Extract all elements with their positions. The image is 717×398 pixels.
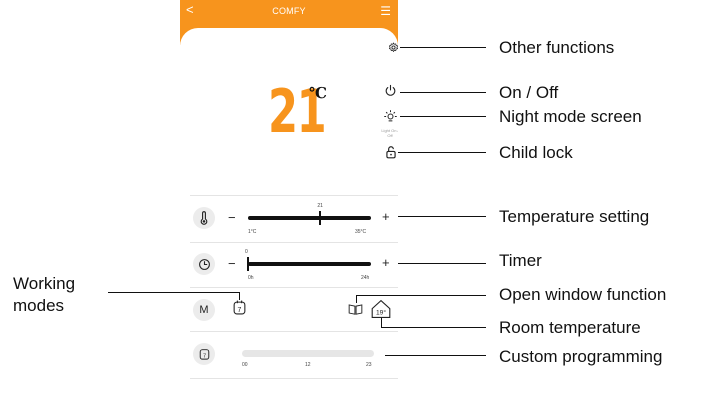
temperature-decrease-button[interactable]: −	[228, 211, 236, 224]
timer-slider-value: 0	[245, 249, 248, 255]
timer-decrease-button[interactable]: −	[228, 257, 236, 270]
gear-icon[interactable]	[388, 42, 398, 53]
thermometer-button[interactable]	[193, 207, 215, 229]
temperature-min-label: 1°C	[248, 229, 257, 235]
program-tick-mid: 12	[305, 362, 311, 368]
house-icon[interactable]: 19°	[370, 299, 392, 319]
timer-slider-thumb[interactable]	[247, 257, 249, 271]
program-icon: 7	[199, 349, 209, 360]
callout-line-night-mode	[400, 116, 486, 117]
lock-icon[interactable]	[385, 145, 397, 159]
callout-line-room-temperature	[381, 327, 486, 328]
timer-min-label: 0h	[248, 275, 254, 281]
timer-max-label: 24h	[361, 275, 370, 281]
callout-line-timer	[398, 263, 486, 264]
callout-temperature-setting: Temperature setting	[499, 207, 650, 226]
callout-working-modes-line1: Working	[13, 274, 76, 293]
callout-room-temperature: Room temperature	[499, 318, 641, 337]
timer-slider-track	[248, 262, 371, 266]
callout-on-off: On / Off	[499, 83, 559, 102]
callout-open-window: Open window function	[499, 285, 667, 304]
callout-night-mode: Night mode screen	[499, 107, 642, 126]
callout-line-room-temperature-rise	[381, 318, 382, 327]
program-tick-end: 23	[366, 362, 372, 368]
callout-working-modes-line2: modes	[13, 296, 65, 315]
callout-line-working-modes-drop	[239, 292, 240, 300]
window-icon[interactable]	[348, 303, 363, 315]
bulb-icon[interactable]	[383, 109, 398, 124]
temperature-increase-button[interactable]: +	[382, 210, 390, 223]
callout-child-lock: Child lock	[499, 143, 573, 162]
callout-line-open-window	[356, 295, 486, 296]
power-icon[interactable]	[384, 84, 397, 97]
divider	[190, 378, 398, 379]
temperature-slider-value: 21	[317, 203, 323, 209]
callout-other-functions: Other functions	[499, 38, 615, 57]
temperature-slider-track	[248, 216, 371, 220]
room-temperature-value: 19°	[376, 309, 386, 317]
divider	[190, 331, 398, 332]
program-icon-number: 7	[202, 353, 205, 359]
temperature-slider-thumb[interactable]	[319, 211, 322, 225]
temperature-max-label: 35°C	[355, 229, 367, 235]
working-mode-icon[interactable]: 7	[233, 300, 246, 315]
timer-increase-button[interactable]: +	[382, 256, 390, 269]
temperature-unit: ℃	[309, 84, 327, 102]
phone-screen: < COMFY ☰ 21 ℃ Light On / Off − 21 1°C 3…	[180, 0, 398, 398]
callout-line-other-functions	[400, 47, 486, 48]
clock-icon	[198, 258, 210, 270]
callout-line-child-lock	[398, 152, 486, 153]
clock-button[interactable]	[193, 253, 215, 275]
menu-button[interactable]: ☰	[380, 4, 391, 18]
working-mode-number: 7	[238, 307, 242, 314]
callout-line-open-window-drop	[356, 295, 357, 303]
mode-button[interactable]: M	[193, 299, 215, 321]
callout-line-on-off	[400, 92, 486, 93]
divider	[190, 195, 398, 196]
callout-timer: Timer	[499, 251, 542, 270]
app-title: COMFY	[272, 6, 306, 16]
callout-line-working-modes	[108, 292, 239, 293]
callout-line-custom-programming	[385, 355, 486, 356]
callout-custom-programming: Custom programming	[499, 347, 663, 366]
divider	[190, 287, 398, 288]
night-mode-caption: Light On / Off	[381, 128, 398, 138]
custom-program-bar[interactable]	[242, 350, 374, 357]
callout-line-temperature-setting	[398, 216, 486, 217]
program-tick-start: 00	[242, 362, 248, 368]
divider	[190, 242, 398, 243]
program-button[interactable]: 7	[193, 343, 215, 365]
thermometer-icon	[200, 211, 208, 225]
